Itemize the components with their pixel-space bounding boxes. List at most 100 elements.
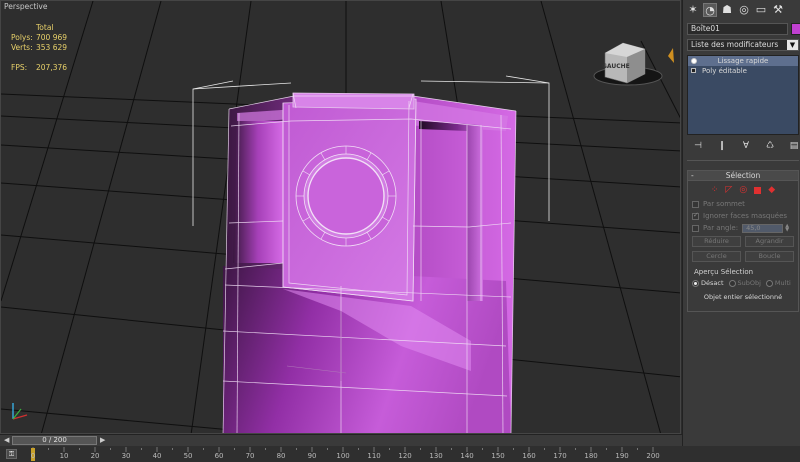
modify-icon[interactable]: ◔ xyxy=(703,3,717,17)
stats-row-verts: Verts: 353 629 xyxy=(11,43,76,53)
ignore-backfacing-option[interactable]: Ignorer faces masquées xyxy=(688,210,798,222)
show-end-result-icon[interactable]: ❙ xyxy=(715,141,729,151)
chevron-right-icon[interactable]: ▶ xyxy=(100,436,105,444)
stats-row-fps: FPS: 207,376 xyxy=(11,63,76,73)
loop-button[interactable]: Boucle xyxy=(745,251,794,262)
frame-tick-label: 10 xyxy=(59,452,69,460)
radio-label: SubObj xyxy=(737,279,761,287)
frame-tick-label: 40 xyxy=(152,452,162,460)
frame-tick-label: 70 xyxy=(245,452,255,460)
key-filter-icon[interactable]: ⚿ xyxy=(6,449,17,459)
scene-canvas[interactable] xyxy=(1,1,681,434)
motion-icon[interactable]: ◎ xyxy=(737,3,751,17)
spinner-arrows-icon[interactable]: ▲ ▼ xyxy=(785,223,789,232)
checkbox[interactable] xyxy=(692,211,699,220)
vertex-icon[interactable]: ⁘ xyxy=(711,185,719,195)
stack-item-smooth[interactable]: Lissage rapide xyxy=(688,56,798,66)
command-panel: ✶ ◔ ☗ ◎ ▭ ⚒ Boîte01 Liste des modificate… xyxy=(682,0,800,462)
make-unique-icon[interactable]: ∀ xyxy=(739,141,753,151)
subobject-icons: ⁘ ◸ ◎ ◆ xyxy=(688,181,798,198)
stats-header: Total xyxy=(36,23,54,32)
shrink-grow-row: Réduire Agrandir xyxy=(688,234,798,249)
checkbox[interactable] xyxy=(692,224,699,232)
ring-loop-row: Cercle Boucle xyxy=(688,249,798,264)
divider xyxy=(687,160,799,161)
object-name-field[interactable]: Boîte01 xyxy=(687,23,788,35)
frame-tick-label: 200 xyxy=(646,452,660,460)
stack-item-label: Lissage rapide xyxy=(717,57,769,65)
selection-rollout: - Sélection ⁘ ◸ ◎ ◆ Par sommet Ignorer f… xyxy=(687,170,799,312)
object-color-swatch[interactable] xyxy=(791,23,800,35)
radio-label: Désact xyxy=(701,279,724,287)
display-icon[interactable]: ▭ xyxy=(754,3,768,17)
time-slider-bar: ◀ 0 / 200 ▶ xyxy=(0,434,682,446)
frame-tick-label: 20 xyxy=(90,452,100,460)
mesh-object[interactable] xyxy=(223,92,516,434)
radio-subobj[interactable] xyxy=(728,279,736,287)
edge-icon[interactable]: ◸ xyxy=(725,185,732,195)
frame-tick-label: 50 xyxy=(183,452,193,460)
frame-tick-label: 110 xyxy=(367,452,381,460)
perspective-viewport[interactable]: Perspective Total Polys: 700 969 Verts: … xyxy=(0,0,681,434)
frame-tick-label: 90 xyxy=(307,452,317,460)
frame-tick-label: 120 xyxy=(398,452,412,460)
stats-value: 700 969 xyxy=(36,33,68,42)
time-slider[interactable]: 0 / 200 xyxy=(12,436,97,445)
frame-tick-label: 100 xyxy=(336,452,350,460)
checkbox[interactable] xyxy=(692,200,699,208)
remove-modifier-icon[interactable]: ♺ xyxy=(763,141,777,151)
chevron-down-icon[interactable]: ▼ xyxy=(787,40,798,50)
frame-tick-label: 130 xyxy=(429,452,443,460)
stats-key: FPS: xyxy=(11,63,28,72)
radio-off[interactable] xyxy=(692,279,699,287)
pin-stack-icon[interactable]: ⊣ xyxy=(691,141,705,151)
option-label: Ignorer faces masquées xyxy=(703,212,788,220)
border-icon[interactable]: ◎ xyxy=(739,185,747,195)
utilities-icon[interactable]: ⚒ xyxy=(771,3,785,17)
angle-value: 45,0 xyxy=(746,223,761,232)
viewcube-label[interactable]: GAUCHE xyxy=(602,63,630,70)
create-icon[interactable]: ✶ xyxy=(686,3,700,17)
polygon-icon[interactable] xyxy=(754,187,762,194)
stats-key: Polys: xyxy=(11,33,33,42)
by-vertex-option[interactable]: Par sommet xyxy=(688,198,798,210)
selection-status: Objet entier sélectionné xyxy=(703,293,783,301)
frame-tick-label: 190 xyxy=(615,452,629,460)
expand-icon[interactable] xyxy=(691,68,696,73)
stack-item-label: Poly éditable xyxy=(702,67,747,75)
statistics-overlay: Total Polys: 700 969 Verts: 353 629 FPS:… xyxy=(11,23,76,73)
frame-tick-label: 180 xyxy=(584,452,598,460)
frame-tick-label: 170 xyxy=(553,452,567,460)
stats-key: Verts: xyxy=(11,43,33,52)
rollout-title: Sélection xyxy=(725,171,761,180)
angle-spinner[interactable]: 45,0 ▲ ▼ xyxy=(742,223,789,233)
shrink-button[interactable]: Réduire xyxy=(692,236,741,247)
light-bulb-icon[interactable] xyxy=(691,58,697,64)
frame-tick-label: 60 xyxy=(214,452,224,460)
stats-row-polys: Polys: 700 969 xyxy=(11,33,76,43)
viewport-label[interactable]: Perspective xyxy=(4,2,47,11)
chevron-left-icon[interactable]: ◀ xyxy=(4,436,9,444)
rollout-header[interactable]: - Sélection xyxy=(688,171,798,181)
modifier-stack[interactable]: Lissage rapide Poly éditable xyxy=(687,55,799,135)
frame-tick-label: 160 xyxy=(522,452,536,460)
modifier-list-label: Liste des modificateurs xyxy=(691,40,779,49)
dial xyxy=(295,145,397,247)
configure-sets-icon[interactable]: ▤ xyxy=(787,141,800,151)
stack-item-editable-poly[interactable]: Poly éditable xyxy=(688,66,798,76)
grow-button[interactable]: Agrandir xyxy=(745,236,794,247)
stats-value: 207,376 xyxy=(36,63,68,72)
frame-tick-label: 0 xyxy=(30,452,36,460)
ring-button[interactable]: Cercle xyxy=(692,251,741,262)
preview-selection-title: Aperçu Sélection xyxy=(694,268,754,276)
preview-selection-options: Désact SubObj Multi xyxy=(688,276,798,290)
radio-multi[interactable] xyxy=(765,279,773,287)
by-angle-option[interactable]: Par angle: 45,0 ▲ ▼ xyxy=(688,222,798,234)
frame-tick-label: 150 xyxy=(491,452,505,460)
hierarchy-icon[interactable]: ☗ xyxy=(720,3,734,17)
element-icon[interactable]: ◆ xyxy=(768,185,775,195)
modifier-list-dropdown[interactable]: Liste des modificateurs ▼ xyxy=(687,39,799,51)
frame-tick-label: 140 xyxy=(460,452,474,460)
command-tabs: ✶ ◔ ☗ ◎ ▭ ⚒ xyxy=(683,0,800,20)
collapse-icon[interactable]: - xyxy=(691,171,694,181)
